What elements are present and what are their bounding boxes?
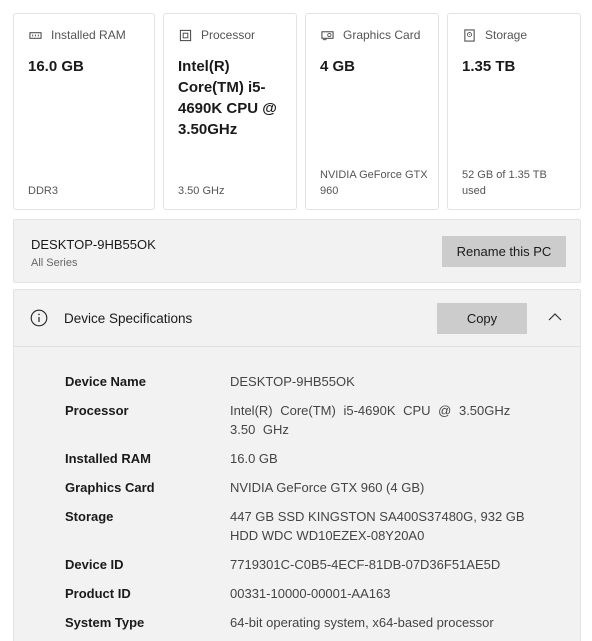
pc-name: DESKTOP-9HB55OK [31,237,156,252]
info-icon [30,309,48,327]
card-installed-ram: Installed RAM 16.0 GB DDR3 [13,13,155,210]
card-header: Installed RAM [28,28,126,42]
card-footnote: NVIDIA GeForce GTX 960 [320,169,428,197]
spec-value: NVIDIA GeForce GTX 960 (4 GB) [230,480,425,495]
processor-icon [178,28,192,42]
card-header: Storage [462,28,527,42]
spec-label: Device ID [65,557,124,572]
card-header: Processor [178,28,255,42]
device-specifications-header[interactable]: Device Specifications Copy [14,290,580,347]
card-value: 1.35 TB [462,58,516,75]
spec-label: Product ID [65,586,131,601]
card-value: 16.0 GB [28,58,84,75]
pc-name-bar: DESKTOP-9HB55OK All Series Rename this P… [13,219,581,283]
card-footnote: 52 GB of 1.35 TB used [462,169,547,197]
card-value: 4 GB [320,58,356,75]
spec-label: Installed RAM [65,451,151,466]
spec-value: 447 GB SSD KINGSTON SA400S37480G, 932 GB… [230,509,525,543]
spec-label: Device Name [65,374,146,389]
card-label: Processor [201,28,256,42]
spec-value: 00331-10000-00001-AA163 [230,586,391,601]
spec-value: Intel(R) Core(TM) i5-4690K CPU @ 3.50GHz… [230,403,511,437]
rename-pc-button[interactable]: Rename this PC [442,236,566,267]
card-value: Intel(R) Core(TM) i5-4690K CPU @ 3.50GHz [178,58,277,138]
card-footnote: 3.50 GHz [178,185,225,197]
storage-icon [462,28,476,42]
card-label: Installed RAM [51,28,126,42]
spec-value: 64-bit operating system, x64-based proce… [230,615,494,630]
card-label: Graphics Card [343,28,421,42]
chevron-up-icon[interactable] [547,310,563,324]
spec-value: 7719301C-C0B5-4ECF-81DB-07D36F51AE5D [230,557,501,572]
pc-model: All Series [31,257,78,269]
graphics-card-icon [320,28,334,42]
spec-label: System Type [65,615,145,630]
card-processor: Processor Intel(R) Core(TM) i5-4690K CPU… [163,13,297,210]
spec-value: DESKTOP-9HB55OK [230,374,355,389]
card-graphics-card: Graphics Card 4 GB NVIDIA GeForce GTX 96… [305,13,439,210]
card-footnote: DDR3 [28,185,58,197]
card-label: Storage [485,28,528,42]
ram-icon [28,28,42,42]
summary-cards: Installed RAM 16.0 GB DDR3 Processor Int… [13,13,581,212]
device-specifications-panel: Device Specifications Copy Device Name D… [13,289,581,641]
about-page: Installed RAM 16.0 GB DDR3 Processor Int… [0,0,592,641]
spec-value: 16.0 GB [230,451,278,466]
spec-label: Storage [65,509,114,524]
spec-label: Processor [65,403,129,418]
device-specifications-title: Device Specifications [64,311,193,326]
spec-label: Graphics Card [65,480,155,495]
card-storage: Storage 1.35 TB 52 GB of 1.35 TB used [447,13,581,210]
copy-button[interactable]: Copy [437,303,527,334]
card-header: Graphics Card [320,28,420,42]
